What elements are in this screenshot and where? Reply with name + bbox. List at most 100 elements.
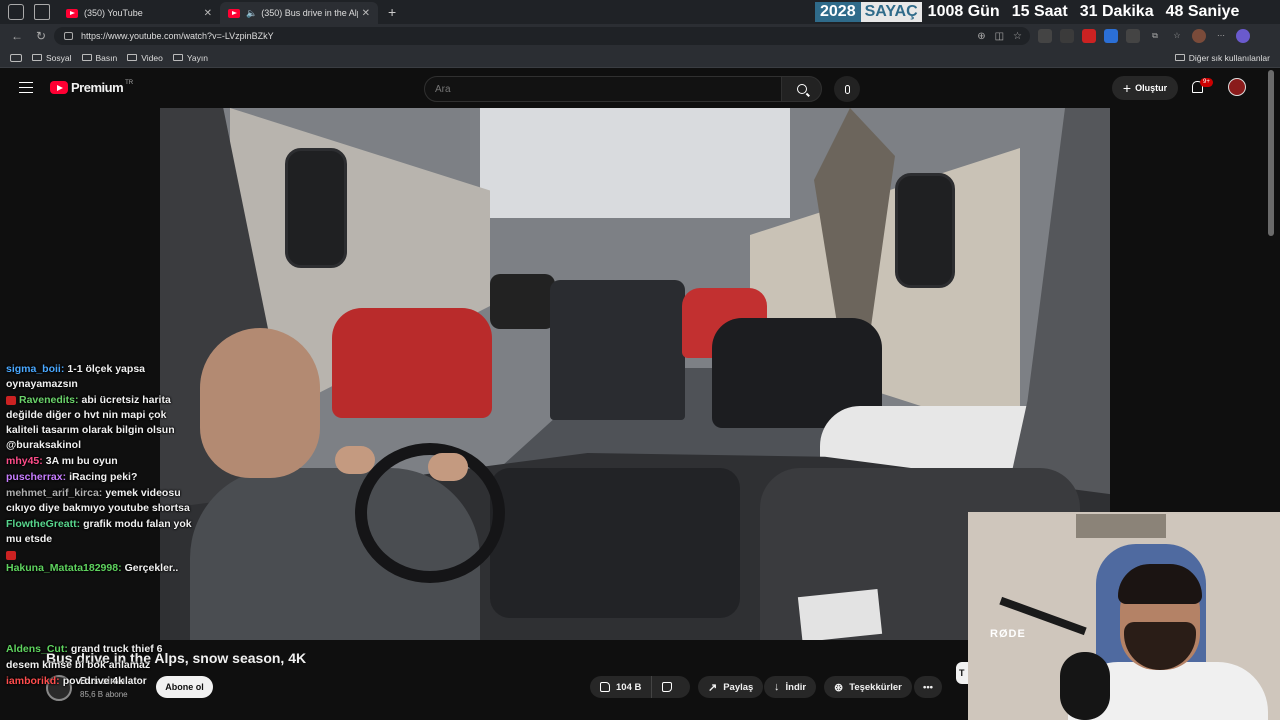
chat-message: iamborikd: pov drive 4k: [0, 674, 200, 689]
youtube-logo[interactable]: Premium TR: [50, 80, 133, 95]
menu-icon[interactable]: [19, 82, 33, 93]
chat-text: iRacing peki?: [69, 471, 138, 483]
url-bar[interactable]: https://www.youtube.com/watch?v=-LVzpinB…: [54, 27, 1030, 45]
extensions-puzzle-icon[interactable]: ⧉: [1148, 29, 1162, 43]
page-scrollbar[interactable]: [1268, 70, 1274, 236]
bookmark-folder[interactable]: Basın: [81, 53, 117, 63]
bookmark-app-icon[interactable]: [10, 53, 22, 62]
url-actions: ⊕ ◫ ☆: [977, 31, 1022, 42]
more-actions-button[interactable]: •••: [914, 676, 942, 698]
chat-message: desem kimse bi bok anlamaz: [0, 658, 200, 673]
chat-message: puscherrax: iRacing peki?: [0, 470, 200, 485]
create-button[interactable]: + Oluştur: [1112, 76, 1178, 100]
bookmark-folder[interactable]: Yayın: [172, 53, 208, 63]
folder-icon: [32, 54, 42, 61]
youtube-masthead: Premium TR + Oluştur 9+: [0, 68, 1280, 108]
url-text: https://www.youtube.com/watch?v=-LVzpinB…: [81, 31, 274, 41]
chat-username[interactable]: mehmet_arif_kirca:: [6, 487, 102, 499]
youtube-logo-icon: [50, 81, 68, 94]
download-button[interactable]: ↓ İndir: [764, 676, 817, 698]
microphone-icon: [844, 84, 850, 94]
webcam-microphone: [1060, 652, 1110, 720]
channel-subscriber-count: 85,6 B abone: [80, 690, 128, 699]
folder-icon: [81, 54, 92, 61]
bookmark-label: Sosyal: [46, 52, 72, 63]
favorites-icon[interactable]: ☆: [1170, 29, 1184, 43]
logo-region: TR: [125, 79, 134, 86]
extension-icon[interactable]: [1104, 29, 1118, 43]
subscriber-badge-icon: [6, 550, 16, 560]
bookmark-label: Diğer sık kullanılanlar: [1188, 52, 1270, 63]
chat-username[interactable]: iamborikd:: [6, 675, 60, 687]
thanks-icon: ⊛: [834, 681, 844, 694]
other-bookmarks[interactable]: Diğer sık kullanılanlar: [1174, 52, 1270, 63]
more-menu-icon[interactable]: ⋯: [1214, 29, 1228, 43]
chat-text: pov drive 4k: [62, 675, 124, 687]
chat-text: Gerçekler..: [124, 562, 179, 574]
video-hand: [428, 453, 468, 481]
extension-icon[interactable]: [1060, 29, 1074, 43]
voice-search-button[interactable]: [834, 76, 860, 102]
thumbs-up-icon: [600, 682, 610, 692]
chat-username[interactable]: sigma_boii:: [6, 363, 64, 375]
extension-icon[interactable]: [1038, 29, 1052, 43]
chat-username[interactable]: mhy45:: [6, 455, 43, 467]
download-label: İndir: [785, 681, 807, 693]
extension-icon[interactable]: [1082, 29, 1096, 43]
speaker-icon[interactable]: 🔈: [246, 8, 257, 19]
video-document: [797, 588, 883, 640]
chat-username[interactable]: Aldens_Cut:: [6, 643, 68, 655]
translate-icon[interactable]: ⊕: [977, 31, 985, 42]
chat-text: desem kimse bi bok anlamaz: [6, 659, 151, 671]
copilot-icon[interactable]: [1236, 29, 1250, 43]
profile-avatar[interactable]: [1192, 29, 1206, 43]
share-button[interactable]: ↗ Paylaş: [698, 676, 764, 698]
bookmark-folder[interactable]: Video: [127, 53, 163, 63]
tab-actions-icon[interactable]: [34, 4, 50, 20]
video-sky: [480, 108, 790, 218]
bookmark-folder[interactable]: Sosyal: [32, 53, 72, 63]
close-icon[interactable]: ✕: [362, 8, 370, 19]
refresh-icon[interactable]: ↻: [34, 29, 48, 43]
browser-tab-video[interactable]: 🔈 (350) Bus drive in the Alps, s ✕: [220, 2, 378, 24]
back-icon[interactable]: ←: [10, 29, 24, 43]
like-button[interactable]: 104 B: [590, 676, 653, 698]
mic-brand-label: RØDE: [990, 628, 1026, 640]
chat-overlay: sigma_boii: 1-1 ölçek yapsa oynayamazsın R…: [0, 362, 200, 577]
thanks-label: Teşekkürler: [849, 681, 902, 693]
favorite-star-icon[interactable]: ☆: [1013, 31, 1022, 42]
folder-icon: [127, 54, 138, 61]
download-icon: ↓: [774, 681, 780, 693]
workspaces-icon[interactable]: [8, 4, 24, 20]
site-info-icon[interactable]: [64, 32, 73, 40]
chat-overlay-bottom: Aldens_Cut: grand truck thief 6 desem kims…: [0, 642, 200, 690]
close-icon[interactable]: ✕: [204, 8, 212, 19]
extension-icon[interactable]: [1126, 29, 1140, 43]
chat-username[interactable]: Ravenedits:: [19, 394, 79, 406]
video-driver-head: [200, 328, 320, 478]
new-tab-icon[interactable]: +: [388, 4, 396, 20]
search-button[interactable]: [781, 76, 822, 102]
like-dislike-group: 104 B: [590, 676, 690, 698]
share-label: Paylaş: [723, 681, 754, 693]
youtube-favicon-icon: [66, 8, 78, 18]
dislike-button[interactable]: [652, 676, 682, 698]
folder-icon: [172, 54, 183, 61]
chat-message: sigma_boii: 1-1 ölçek yapsa oynayamazsın: [0, 362, 200, 392]
browser-tab-youtube[interactable]: (350) YouTube ✕: [58, 2, 220, 24]
chat-username[interactable]: puscherrax:: [6, 471, 66, 483]
search-input[interactable]: [424, 76, 782, 102]
chat-message: Ravenedits: abi ücretsiz harita değilde d…: [0, 393, 200, 453]
chat-username[interactable]: FlowtheGreatt:: [6, 518, 80, 530]
countdown-label: SAYAÇ: [860, 2, 922, 22]
notification-badge: 9+: [1200, 78, 1213, 87]
thanks-button[interactable]: ⊛ Teşekkürler: [824, 676, 912, 698]
folder-icon: [1174, 54, 1185, 61]
chat-message: Aldens_Cut: grand truck thief 6: [0, 642, 200, 657]
account-avatar[interactable]: [1228, 78, 1246, 96]
screen: (350) YouTube ✕ 🔈 (350) Bus drive in the…: [0, 0, 1280, 720]
video-car: [490, 274, 555, 329]
split-view-icon[interactable]: ◫: [995, 31, 1004, 42]
chat-username[interactable]: Hakuna_Matata182998:: [6, 562, 122, 574]
subscriber-badge-icon: [6, 395, 16, 405]
